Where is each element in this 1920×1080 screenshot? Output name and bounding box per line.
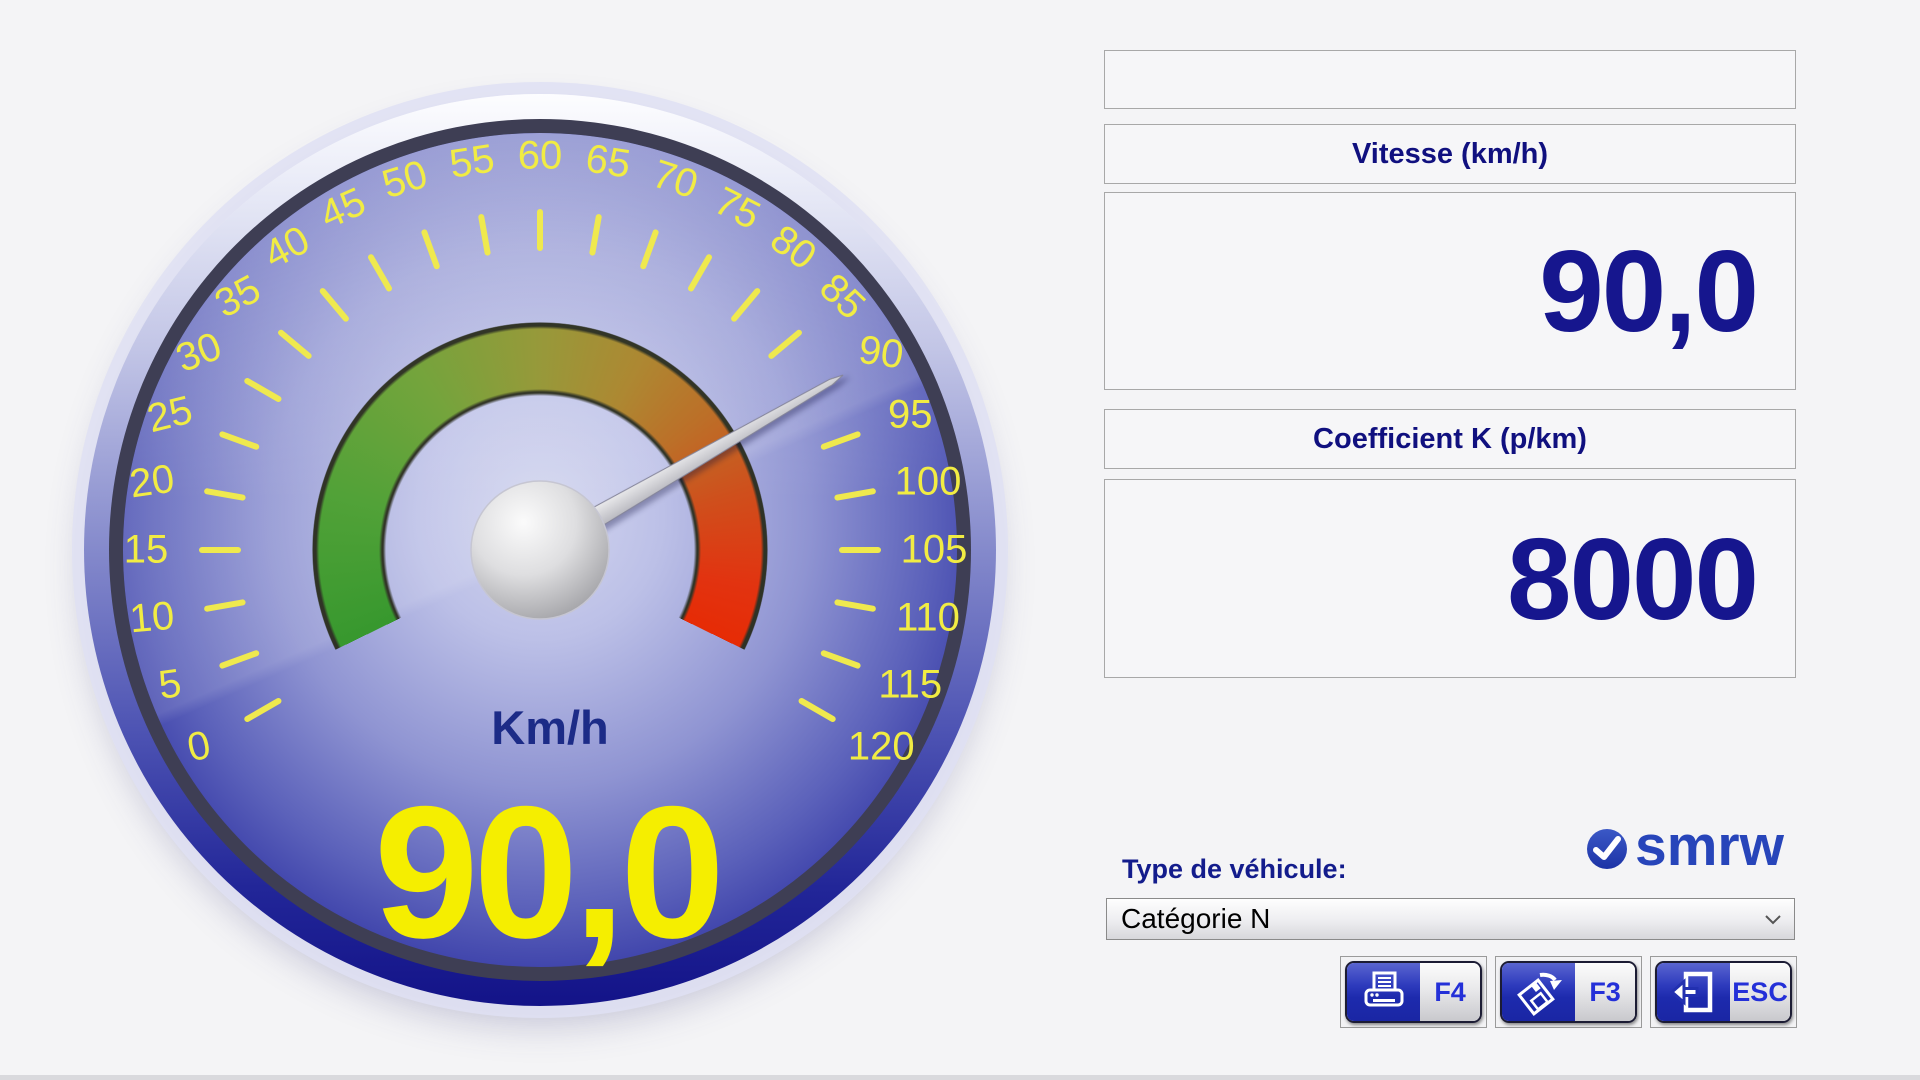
speed-header: Vitesse (km/h): [1104, 124, 1796, 184]
gauge-units-label: Km/h: [430, 700, 670, 755]
print-key-label: F4: [1420, 963, 1480, 1021]
exit-button-frame: ESC: [1650, 956, 1797, 1028]
coefficient-header: Coefficient K (p/km): [1104, 409, 1796, 469]
exit-button[interactable]: ESC: [1655, 961, 1792, 1023]
needle-hub: [471, 481, 609, 619]
print-button-frame: F4: [1340, 956, 1487, 1028]
app-window: 0510152025303540455055606570758085909510…: [0, 0, 1920, 1080]
top-empty-field[interactable]: [1104, 50, 1796, 109]
chevron-down-icon: [1764, 914, 1782, 925]
save-rotate-button[interactable]: F3: [1500, 961, 1637, 1023]
diskette-rotate-icon: [1502, 963, 1575, 1021]
action-buttons-row: F4 F3: [1340, 956, 1797, 1028]
logo-text: smrw: [1635, 818, 1784, 875]
save-rotate-key-label: F3: [1575, 963, 1635, 1021]
vehicle-type-select[interactable]: Catégorie N: [1106, 898, 1795, 940]
exit-key-label: ESC: [1730, 963, 1790, 1021]
speed-gauge: 0510152025303540455055606570758085909510…: [0, 0, 1080, 1080]
window-bottom-edge: [0, 1075, 1920, 1080]
vehicle-type-selected: Catégorie N: [1121, 903, 1270, 935]
smrw-logo: smrw: [1586, 822, 1798, 875]
exit-icon: [1657, 963, 1730, 1021]
check-circle-icon: [1586, 828, 1628, 870]
printer-icon: [1347, 963, 1420, 1021]
print-button[interactable]: F4: [1345, 961, 1482, 1023]
coefficient-value-field: 8000: [1104, 479, 1796, 678]
speed-value-field: 90,0: [1104, 192, 1796, 390]
gauge-value-readout: 90,0: [187, 764, 907, 980]
vehicle-type-label: Type de véhicule:: [1122, 854, 1347, 885]
save-rotate-button-frame: F3: [1495, 956, 1642, 1028]
